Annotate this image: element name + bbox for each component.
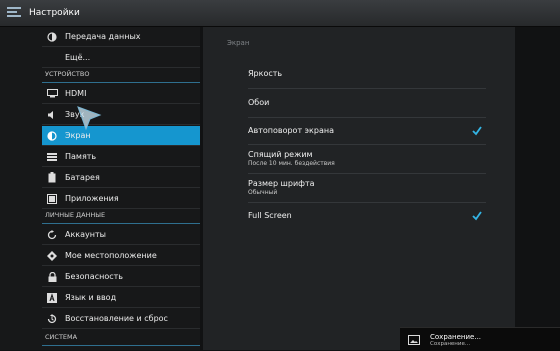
sidebar-item-sound[interactable]: Звук — [42, 105, 200, 125]
touch-pointer-icon — [74, 103, 104, 137]
section-header-device: УСТРОЙСТВО — [42, 70, 200, 83]
sidebar-item-accounts[interactable]: Аккаунты — [42, 225, 200, 245]
section-header-personal: ЛИЧНЫЕ ДАННЫЕ — [42, 211, 200, 224]
app-title: Настройки — [29, 8, 80, 18]
language-icon — [46, 292, 58, 304]
hdmi-icon — [46, 88, 58, 100]
sidebar-item-location[interactable]: Мое местоположение — [42, 246, 200, 266]
battery-icon — [46, 172, 58, 184]
apps-icon — [46, 193, 58, 205]
display-icon — [46, 130, 58, 142]
settings-sidebar: Передача данных Ещё... УСТРОЙСТВО HDMI З… — [0, 27, 200, 350]
data-usage-icon — [46, 31, 58, 43]
sidebar-item-backup-reset[interactable]: Восстановление и сброс — [42, 309, 200, 329]
sidebar-item-security[interactable]: Безопасность — [42, 267, 200, 287]
lock-icon — [46, 271, 58, 283]
display-settings-panel: Экран Яркость Обои Автоповорот экрана Сп… — [203, 27, 515, 350]
storage-icon — [46, 151, 58, 163]
sidebar-item-storage[interactable]: Память — [42, 147, 200, 167]
section-header-system: СИСТЕМА — [42, 333, 200, 346]
setting-auto-rotate[interactable]: Автоповорот экрана — [248, 118, 486, 145]
sidebar-item-apps[interactable]: Приложения — [42, 189, 200, 209]
sync-icon — [46, 229, 58, 241]
action-bar: Настройки — [0, 0, 560, 27]
image-icon — [408, 334, 420, 345]
auto-rotate-checkbox[interactable] — [472, 126, 482, 136]
sound-icon — [46, 109, 58, 121]
sidebar-item-data-usage[interactable]: Передача данных — [42, 27, 200, 47]
sidebar-item-battery[interactable]: Батарея — [42, 168, 200, 188]
setting-wallpaper[interactable]: Обои — [248, 89, 486, 118]
full-screen-checkbox[interactable] — [472, 211, 482, 221]
sidebar-item-language[interactable]: Язык и ввод — [42, 288, 200, 308]
setting-font-size[interactable]: Размер шрифта Обычный — [248, 174, 486, 203]
setting-full-screen[interactable]: Full Screen — [248, 203, 486, 230]
saving-notification[interactable]: Сохранение... Сохранение... — [400, 327, 560, 351]
sidebar-item-more[interactable]: Ещё... — [42, 48, 200, 68]
panel-title: Экран — [227, 39, 250, 47]
setting-sleep[interactable]: Спящий режим После 10 мин. бездействия — [248, 145, 486, 174]
notification-title: Сохранение... — [430, 332, 482, 341]
sidebar-item-hdmi[interactable]: HDMI — [42, 84, 200, 104]
backup-icon — [46, 313, 58, 325]
sidebar-item-display[interactable]: Экран — [42, 126, 200, 146]
settings-app-icon[interactable] — [7, 6, 23, 20]
notification-subtitle: Сохранение... — [430, 340, 471, 347]
location-icon — [46, 250, 58, 262]
setting-brightness[interactable]: Яркость — [248, 60, 486, 89]
